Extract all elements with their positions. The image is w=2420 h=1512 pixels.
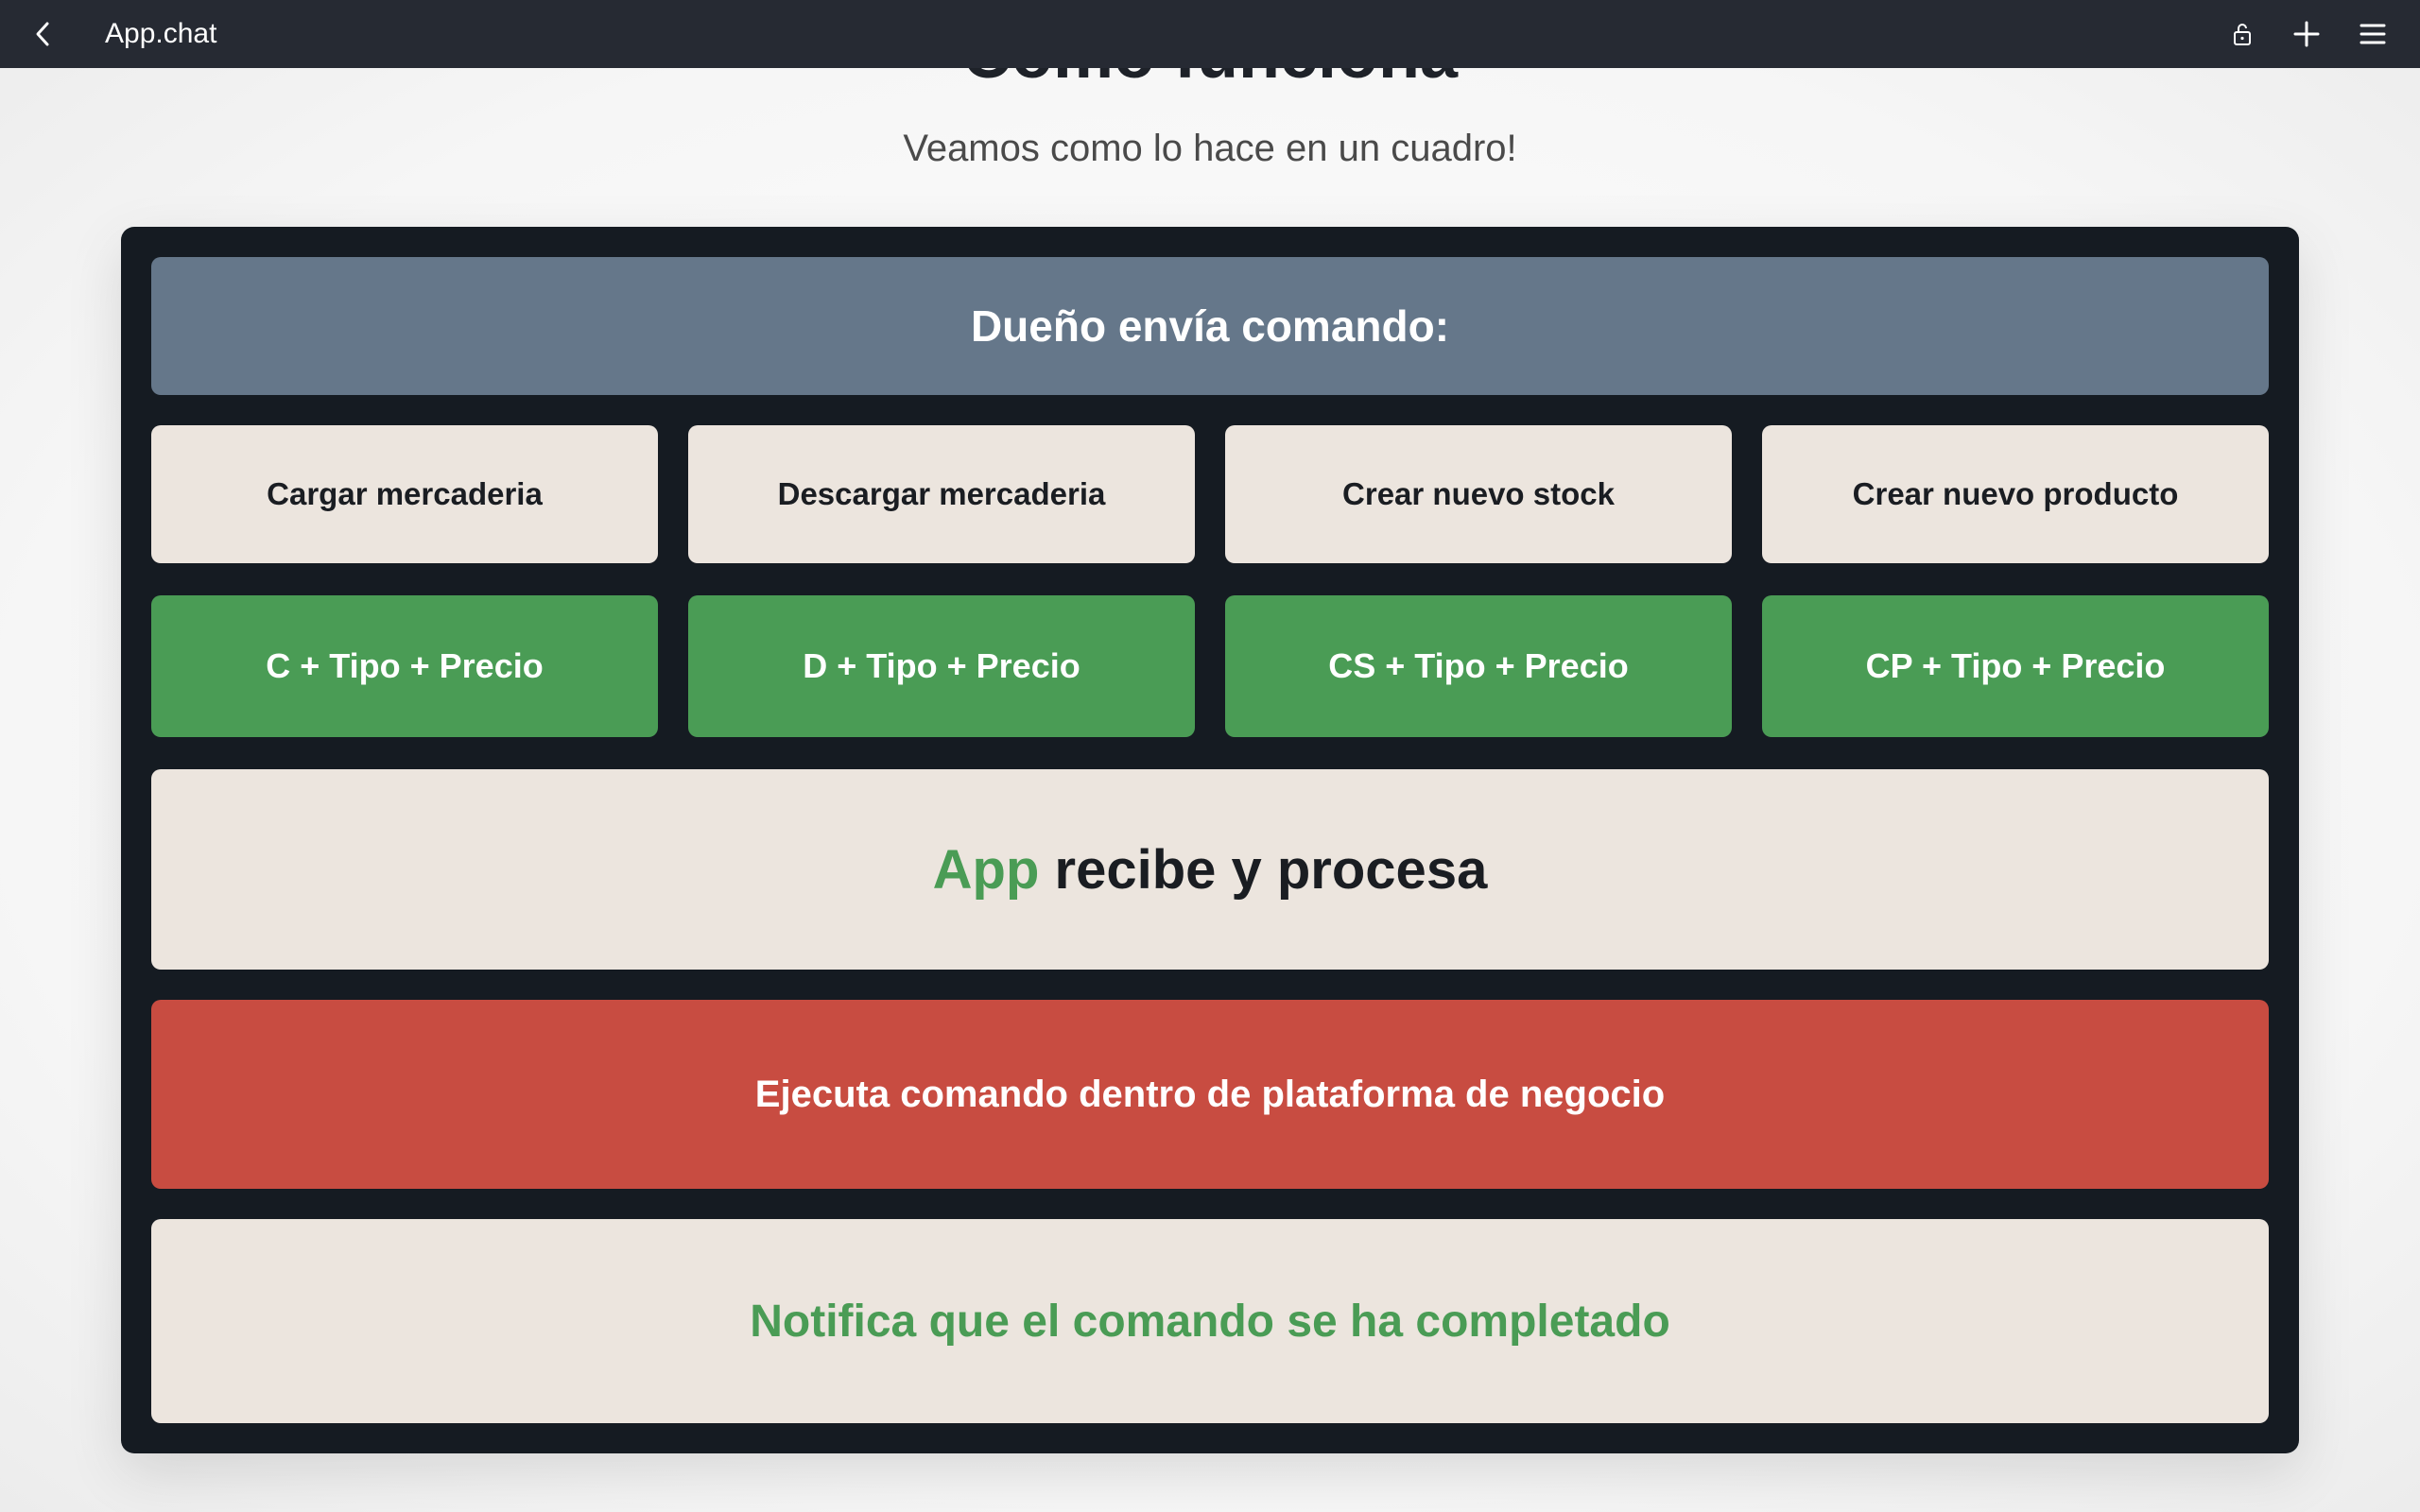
action-load-goods[interactable]: Cargar mercaderia [151,425,658,563]
page-subtitle: Veamos como lo hace en un cuadro! [903,128,1517,169]
action-unload-goods[interactable]: Descargar mercaderia [688,425,1195,563]
back-button[interactable] [23,13,64,55]
flow-diagram: Dueño envía comando: Cargar mercaderia D… [121,227,2299,1453]
menu-button[interactable] [2352,13,2394,55]
owner-sends-command-header: Dueño envía comando: [151,257,2269,395]
top-bar: App.chat [0,0,2420,68]
chevron-left-icon [36,22,49,46]
process-label: recibe y procesa [1039,838,1488,901]
app-title: App.chat [105,18,217,49]
command-load[interactable]: C + Tipo + Precio [151,595,658,737]
lock-button[interactable] [2221,13,2263,55]
app-accent-label: App [932,838,1040,901]
execute-command-step: Ejecuta comando dentro de plataforma de … [151,1000,2269,1189]
new-tab-button[interactable] [2286,13,2327,55]
action-create-stock[interactable]: Crear nuevo stock [1225,425,1732,563]
command-unload[interactable]: D + Tipo + Precio [688,595,1195,737]
app-processes-step: App recibe y procesa [151,769,2269,970]
lock-icon [2234,24,2251,45]
menu-icon [2360,24,2386,44]
command-create-stock[interactable]: CS + Tipo + Precio [1225,595,1732,737]
notify-completed-step: Notifica que el comando se ha completado [151,1219,2269,1423]
action-create-product[interactable]: Crear nuevo producto [1762,425,2269,563]
command-create-product[interactable]: CP + Tipo + Precio [1762,595,2269,737]
plus-icon [2293,21,2320,47]
